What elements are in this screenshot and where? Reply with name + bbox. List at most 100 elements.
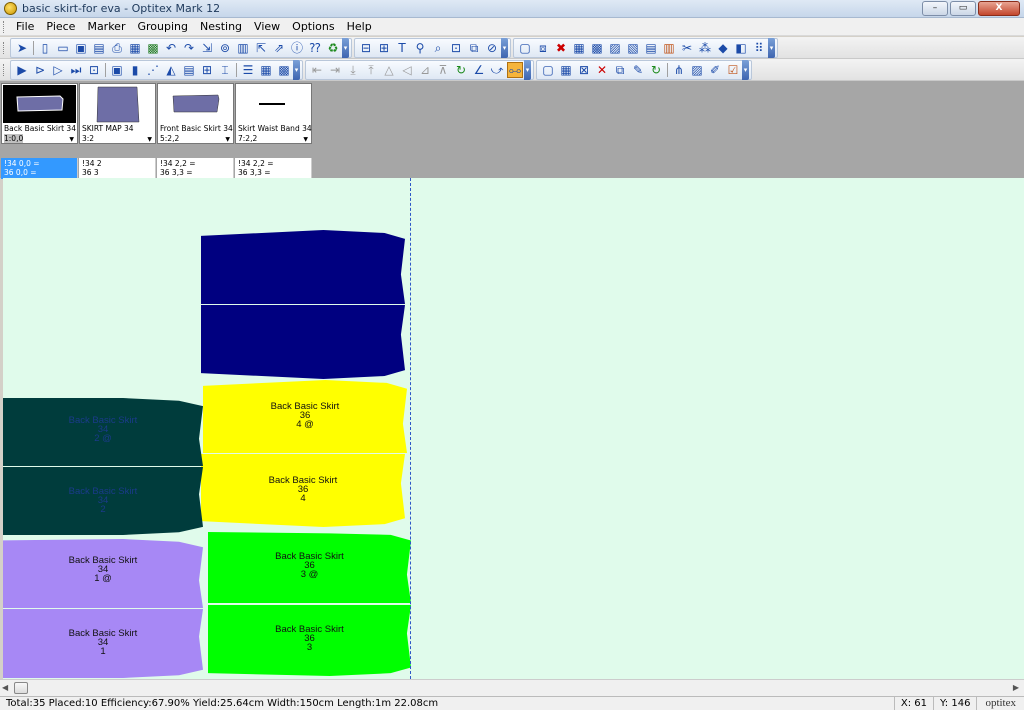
piece-teal-top[interactable]: Back Basic Skirt 34 2 @ bbox=[3, 398, 203, 466]
grid-icon[interactable]: ▩ bbox=[589, 40, 605, 56]
marker-canvas[interactable]: Back Basic Skirt 36 4 @ Back Basic Skirt… bbox=[3, 178, 1024, 679]
move-left-icon[interactable]: ⇤ bbox=[309, 62, 325, 78]
edit-icon[interactable]: ✎ bbox=[630, 62, 646, 78]
scroll-thumb[interactable] bbox=[14, 682, 28, 694]
tile-icon[interactable]: ▨ bbox=[689, 62, 705, 78]
scroll-left-icon[interactable]: ◀ bbox=[2, 683, 8, 692]
menu-marker[interactable]: Marker bbox=[81, 20, 131, 33]
copy-icon[interactable]: ⧉ bbox=[612, 62, 628, 78]
toolbar-overflow-icon[interactable]: ▾ bbox=[742, 59, 749, 80]
menu-file[interactable]: File bbox=[10, 20, 40, 33]
stripes-icon[interactable]: ▥ bbox=[661, 40, 677, 56]
menu-grip[interactable] bbox=[3, 20, 6, 33]
piece-props-icon[interactable]: ▢ bbox=[540, 62, 556, 78]
move-right-icon[interactable]: ⇥ bbox=[327, 62, 343, 78]
scissors-icon[interactable]: ✂ bbox=[679, 40, 695, 56]
zoom-fit-icon[interactable]: ⊡ bbox=[448, 40, 464, 56]
size-list-front-basic-skirt[interactable]: !34 2,2 = 36 3,3 = bbox=[157, 158, 234, 179]
menu-grouping[interactable]: Grouping bbox=[131, 20, 194, 33]
minimize-button[interactable]: – bbox=[922, 1, 948, 16]
pattern-icon[interactable]: ▤ bbox=[643, 40, 659, 56]
piece-clone-icon[interactable]: ⧈ bbox=[535, 40, 551, 56]
piece-green-top[interactable]: Back Basic Skirt 36 3 @ bbox=[208, 532, 411, 603]
skip-end-icon[interactable]: ⏭ bbox=[68, 62, 84, 78]
pencil-icon[interactable]: ✐ bbox=[707, 62, 723, 78]
export-icon[interactable]: ⇱ bbox=[253, 40, 269, 56]
send-icon[interactable]: ⇗ bbox=[271, 40, 287, 56]
horizontal-scrollbar[interactable]: ◀ ▶ bbox=[0, 679, 1024, 696]
plot-icon[interactable]: ▦ bbox=[127, 40, 143, 56]
notes-icon[interactable]: ▥ bbox=[235, 40, 251, 56]
chevron-down-icon[interactable]: ▼ bbox=[225, 136, 230, 143]
toolbar-grip[interactable] bbox=[3, 41, 6, 54]
move-down-icon[interactable]: ⤓ bbox=[345, 62, 361, 78]
select-arrow-icon[interactable]: ➤ bbox=[14, 40, 30, 56]
report-icon[interactable]: ▦ bbox=[258, 62, 274, 78]
tilt-icon[interactable]: △ bbox=[381, 62, 397, 78]
nest-flip-icon[interactable]: ◭ bbox=[163, 62, 179, 78]
frame-play-icon[interactable]: ⊡ bbox=[86, 62, 102, 78]
size-list-back-basic-skirt[interactable]: !34 0,0 = 36 0,0 = bbox=[1, 158, 78, 179]
thumbnail-skirt-map[interactable]: SKIRT MAP 34 3:2 ▼ bbox=[79, 83, 156, 144]
toolbar-overflow-icon[interactable]: ▾ bbox=[524, 59, 531, 80]
align-icon[interactable]: ⊿ bbox=[417, 62, 433, 78]
maximize-button[interactable]: ▭ bbox=[950, 1, 976, 16]
text-tool-icon[interactable]: T bbox=[394, 40, 410, 56]
toolbar-overflow-icon[interactable]: ▾ bbox=[501, 37, 508, 58]
piece-navy-bottom[interactable] bbox=[201, 305, 405, 379]
scroll-right-icon[interactable]: ▶ bbox=[1013, 683, 1019, 692]
copy-marker-icon[interactable]: ⧉ bbox=[466, 40, 482, 56]
toolbar-overflow-icon[interactable]: ▾ bbox=[768, 37, 775, 58]
close-button[interactable]: X bbox=[978, 1, 1020, 16]
play-step-icon[interactable]: ⊳ bbox=[32, 62, 48, 78]
piece-info-icon[interactable]: ▢ bbox=[517, 40, 533, 56]
split-icon[interactable]: ⌶ bbox=[217, 62, 233, 78]
open-pieces-icon[interactable]: ▤ bbox=[91, 40, 107, 56]
size-list-skirt-map[interactable]: !34 2 36 3 bbox=[79, 158, 156, 179]
marker-end-line[interactable] bbox=[410, 178, 411, 679]
color-icon[interactable]: ◧ bbox=[733, 40, 749, 56]
rotate-icon[interactable]: ↻ bbox=[453, 62, 469, 78]
snap-icon[interactable]: ⊞ bbox=[376, 40, 392, 56]
piece-rotate-icon[interactable]: ⊠ bbox=[576, 62, 592, 78]
move-up-icon[interactable]: ⤒ bbox=[363, 62, 379, 78]
cancel-icon[interactable]: ✕ bbox=[594, 62, 610, 78]
thumbnail-back-basic-skirt[interactable]: Back Basic Skirt 34 1:0,0 ▼ bbox=[1, 83, 78, 144]
undo-icon[interactable]: ↶ bbox=[163, 40, 179, 56]
menu-nesting[interactable]: Nesting bbox=[194, 20, 248, 33]
import-icon[interactable]: ⇲ bbox=[199, 40, 215, 56]
menu-piece[interactable]: Piece bbox=[40, 20, 81, 33]
dots-icon[interactable]: ⠿ bbox=[751, 40, 767, 56]
fabric-icon[interactable]: ▧ bbox=[625, 40, 641, 56]
redo-icon[interactable]: ↷ bbox=[181, 40, 197, 56]
open-folder-icon[interactable]: ▭ bbox=[55, 40, 71, 56]
piece-purple-top[interactable]: Back Basic Skirt 34 1 @ bbox=[3, 539, 203, 608]
chevron-down-icon[interactable]: ▼ bbox=[69, 136, 74, 143]
distribute-icon[interactable]: ⊼ bbox=[435, 62, 451, 78]
piece-yellow-bottom[interactable]: Back Basic Skirt 36 4 bbox=[201, 454, 405, 527]
excel-export-icon[interactable]: ▩ bbox=[145, 40, 161, 56]
nest-step-icon[interactable]: ⋰ bbox=[145, 62, 161, 78]
piece-navy-top[interactable] bbox=[201, 230, 405, 304]
checkbox-edit-icon[interactable]: ☑ bbox=[725, 62, 741, 78]
lock-icon[interactable]: ⊘ bbox=[484, 40, 500, 56]
nest-compare-icon[interactable]: ⊞ bbox=[199, 62, 215, 78]
piece-delete-icon[interactable]: ✖ bbox=[553, 40, 569, 56]
zoom-icon[interactable]: ⌕ bbox=[430, 40, 446, 56]
fold-icon[interactable]: ⋔ bbox=[671, 62, 687, 78]
size-list-skirt-waist-band[interactable]: !34 2,2 = 36 3,3 = bbox=[235, 158, 312, 179]
new-file-icon[interactable]: ▯ bbox=[37, 40, 53, 56]
help-pointer-icon[interactable]: ⁇ bbox=[307, 40, 323, 56]
refresh-icon[interactable]: ↻ bbox=[648, 62, 664, 78]
save-icon[interactable]: ▣ bbox=[73, 40, 89, 56]
flip-icon[interactable]: ◁ bbox=[399, 62, 415, 78]
piece-purple-bottom[interactable]: Back Basic Skirt 34 1 bbox=[3, 609, 203, 678]
ink-icon[interactable]: ◆ bbox=[715, 40, 731, 56]
ruler-icon[interactable]: ⊟ bbox=[358, 40, 374, 56]
piece-yellow-top[interactable]: Back Basic Skirt 36 4 @ bbox=[203, 380, 407, 453]
piece-green-bottom[interactable]: Back Basic Skirt 36 3 bbox=[208, 605, 411, 676]
pin-icon[interactable]: ⚲ bbox=[412, 40, 428, 56]
nest-table-icon[interactable]: ▤ bbox=[181, 62, 197, 78]
angle-icon[interactable]: ∠ bbox=[471, 62, 487, 78]
thumbnail-skirt-waist-band[interactable]: Skirt Waist Band 34 7:2,2 ▼ bbox=[235, 83, 312, 144]
